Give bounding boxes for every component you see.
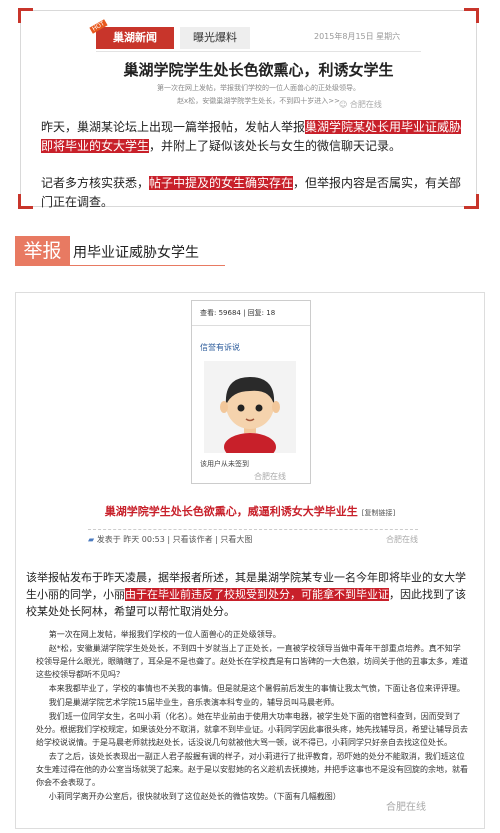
post-meta: ▰ 发表于 昨天 00:53 | 只看该作者 | 只看大图 合肥在线 [88, 529, 418, 550]
forum-user-link[interactable]: 信誉有诉说 [200, 342, 240, 353]
section-badge: 举报 [15, 236, 70, 266]
article-headline: 巢湖学院学生处长色欲熏心，利诱女学生 [123, 61, 394, 79]
copy-link[interactable]: [复制链接] [362, 509, 395, 517]
news-card: 巢湖新闻 HOT 曝光爆料 2015年8月15日 星期六 巢湖学院学生处长色欲熏… [18, 8, 479, 209]
post-icon: ▰ [88, 535, 95, 544]
post-headline: 巢湖学院学生处长色欲熏心，威逼利诱女大学毕业生 [复制链接] [104, 505, 396, 518]
letter-paragraph: 赵*松，安徽巢湖学院学生处处长，不到四十岁就当上了正处长，一直被学校领导当做中青… [36, 644, 468, 679]
divider [15, 265, 225, 266]
avatar-icon [220, 377, 280, 461]
news-header: 巢湖新闻 HOT 曝光爆料 2015年8月15日 星期六 [89, 19, 421, 52]
chat-bubble-icon: ☺ [339, 100, 348, 109]
forum-user-panel: 查看: 59684 | 回复: 18 信誉有诉说 该用户从未签到 合肥在线 [191, 300, 311, 484]
corner-decoration [18, 8, 33, 23]
highlight: 帖子中提及的女生确实存在 [149, 176, 294, 190]
watermark: 合肥在线 [386, 535, 418, 544]
news-date: 2015年8月15日 星期六 [314, 32, 401, 41]
expose-tab[interactable]: 曝光爆料 [180, 27, 250, 49]
article-summary-link[interactable]: 赵x松，安徽巢湖学院学生处长，不到四十岁进入>> [41, 96, 476, 106]
sign-in-note: 该用户从未签到 [200, 460, 249, 468]
letter-paragraph: 去了之后，该处长表现出一副正人君子般握有调的样子，对小莉进行了批评教育，恐吓她的… [36, 752, 468, 787]
corner-decoration [18, 194, 33, 209]
highlight: 由于在毕业前违反了校规受到处分，可能拿不到毕业证 [125, 588, 389, 601]
watermark: 合肥在线 [386, 802, 426, 813]
watermark: 合肥在线 [254, 472, 286, 481]
letter-paragraph: 我们是巢湖学院艺术学院15届毕业生，音乐表演本科专业的，辅导员叫马晨老师。 [48, 698, 339, 707]
corner-decoration [464, 194, 479, 209]
paragraph: 该举报帖发布于昨天凌晨，据举报者所述，其是巢湖学院某专业一名今年即将毕业的女大学… [26, 571, 466, 618]
watermark: ☺ 合肥在线 [339, 100, 382, 109]
forum-stats: 查看: 59684 | 回复: 18 [192, 301, 310, 326]
letter-paragraph: 我们班一位同学女生，名叫小莉（化名）。她在毕业前由于使用大功率电器，被学生处下面… [36, 712, 468, 747]
letter-paragraph: 第一次在网上发帖，举报我们学校的一位人面兽心的正处级领导。 [48, 630, 281, 639]
letter-paragraph: 本来我都毕业了，学校的事情也不关我的事情。但是就是这个暑假前后发生的事情让我太气… [48, 684, 465, 693]
brand-tab[interactable]: 巢湖新闻 [96, 27, 174, 49]
article-summary: 第一次在网上发帖，举报我们学校的一位人面兽心的正处级领导。 [157, 84, 360, 92]
paragraph: 昨天，巢湖某论坛上出现一篇举报帖，发帖人举报巢湖学院某处长用毕业证威胁即将毕业的… [41, 120, 462, 153]
avatar [204, 361, 296, 461]
section-heading: 用毕业证威胁女学生 [73, 245, 199, 261]
forum-screenshot-card: 查看: 59684 | 回复: 18 信誉有诉说 该用户从未签到 合肥在线 巢湖… [15, 292, 485, 829]
paragraph: 记者多方核实获悉，帖子中提及的女生确实存在，但举报内容是否属实，有关部门正在调查… [41, 176, 462, 209]
report-letter: 第一次在网上发帖，举报我们学校的一位人面兽心的正处级领导。 赵*松，安徽巢湖学院… [36, 628, 468, 804]
corner-decoration [464, 8, 479, 23]
